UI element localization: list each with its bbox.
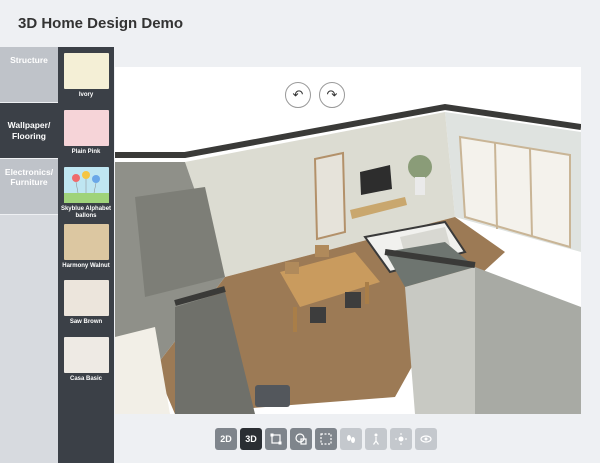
material-button[interactable]	[290, 428, 312, 450]
swatch-casa-basic[interactable]	[64, 337, 109, 373]
page-title: 3D Home Design Demo	[18, 15, 184, 32]
2d-view-button[interactable]: 2D	[215, 428, 237, 450]
swatch-label: Skyblue Alphabet ballons	[60, 206, 112, 219]
redo-icon: ↷	[326, 87, 338, 102]
tab-structure[interactable]: Structure	[0, 47, 58, 103]
swatch-label: Casa Basic	[69, 376, 103, 382]
view-toggle-button[interactable]	[415, 428, 437, 450]
tab-electronics-furniture[interactable]: Electronics/ Furniture	[0, 159, 58, 215]
swatch-ivory[interactable]	[64, 53, 109, 89]
balloon-pattern-icon	[64, 171, 109, 203]
eye-icon	[420, 435, 432, 443]
walking-person-icon	[373, 433, 379, 445]
footprints-button[interactable]	[340, 428, 362, 450]
floorplan-3d-render	[115, 67, 581, 414]
select-area-button[interactable]	[315, 428, 337, 450]
footprints-icon	[347, 435, 355, 443]
select-area-icon	[320, 433, 332, 445]
swatch-harmony-walnut[interactable]	[64, 224, 109, 260]
swatch-plain-pink[interactable]	[64, 110, 109, 146]
lighting-button[interactable]	[390, 428, 412, 450]
tab-wallpaper-flooring[interactable]: Wallpaper/ Flooring	[0, 103, 58, 159]
category-tabs: Structure Wallpaper/ Flooring Electronic…	[0, 47, 58, 463]
frame-icon	[270, 433, 282, 445]
swatch-saw-brown[interactable]	[64, 280, 109, 316]
resize-frame-button[interactable]	[265, 428, 287, 450]
undo-button[interactable]: ↶	[285, 82, 311, 108]
swatch-skyblue-alphabet-ballons[interactable]	[64, 167, 109, 203]
swatch-label: Ivory	[78, 92, 94, 98]
swatch-label: Plain Pink	[71, 149, 101, 155]
3d-viewport[interactable]: ↶ ↷	[115, 67, 581, 414]
redo-button[interactable]: ↷	[319, 82, 345, 108]
undo-icon: ↶	[292, 87, 304, 102]
material-icon	[295, 433, 307, 445]
swatch-label: Harmony Walnut	[62, 263, 110, 269]
swatch-label: Saw Brown	[69, 319, 103, 325]
3d-view-button[interactable]: 3D	[240, 428, 262, 450]
material-swatch-list: Ivory Plain Pink Skyblue Alphabet ballon…	[58, 47, 114, 463]
sun-icon	[395, 433, 407, 445]
walk-mode-button[interactable]	[365, 428, 387, 450]
view-toolbar: 2D 3D	[215, 428, 437, 450]
